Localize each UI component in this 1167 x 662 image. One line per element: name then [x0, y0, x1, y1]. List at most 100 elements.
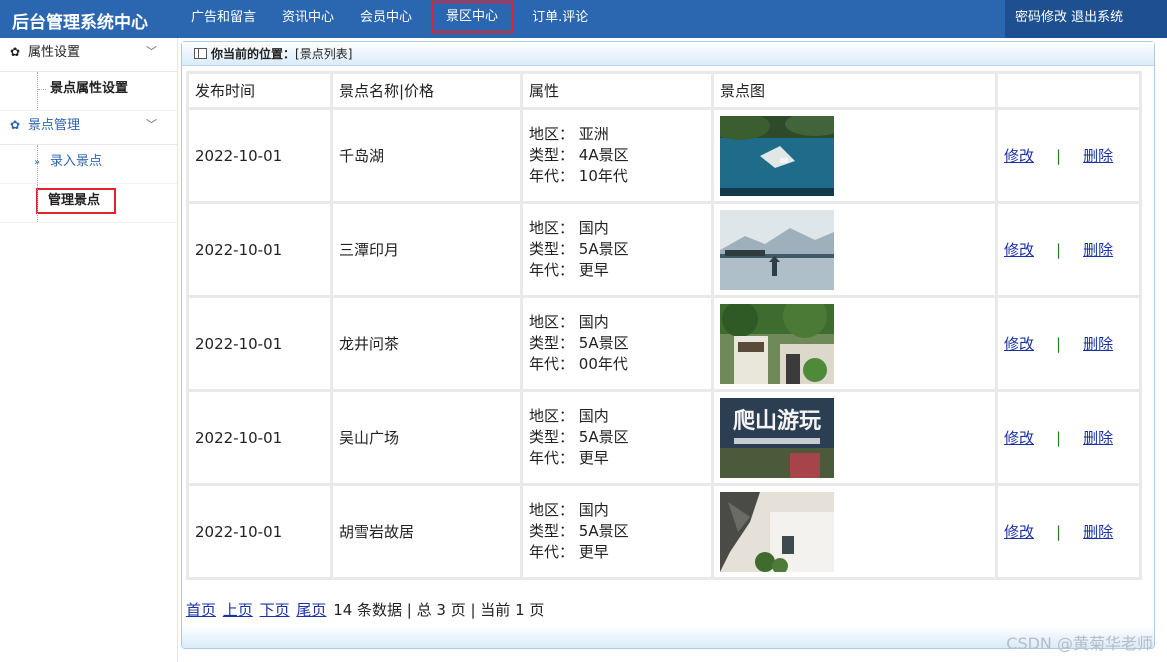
table-row: 2022-10-01 吴山广场 地区： 国内 类型： 5A景区 年代： 更早 爬山游玩 修改… [189, 392, 1139, 483]
chevron-down-icon: ﹀ [146, 45, 157, 58]
attr-era-label: 年代： [529, 543, 575, 561]
nav-scenic-center[interactable]: 景区中心 [431, 1, 514, 33]
col-publish-time: 发布时间 [189, 74, 330, 107]
pager-first-link[interactable]: 首页 [186, 601, 216, 619]
change-password-link[interactable]: 密码修改 [1015, 10, 1067, 25]
sidebar-group-attributes[interactable]: ✿ 属性设置 ﹀ [0, 38, 177, 72]
attr-era-label: 年代： [529, 261, 575, 279]
sidebar: ✿ 属性设置 ﹀ 景点属性设置 ✿ 景点管理 ﹀ » 录入景点 管理景点 [0, 38, 178, 662]
nav-ads-messages[interactable]: 广告和留言 [178, 0, 269, 38]
delete-link[interactable]: 删除 [1083, 335, 1113, 353]
attr-era-value: 00年代 [578, 355, 628, 373]
action-separator: | [1056, 429, 1062, 447]
table-row: 2022-10-01 千岛湖 地区： 亚洲 类型： 4A景区 年代： 10年代 修改 | 删除 [189, 110, 1139, 201]
svg-text:爬山游玩: 爬山游玩 [733, 408, 821, 434]
edit-link[interactable]: 修改 [1004, 241, 1034, 259]
gear-icon: ✿ [10, 45, 21, 59]
col-attributes: 属性 [523, 74, 711, 107]
pager-prev-link[interactable]: 上页 [223, 601, 253, 619]
attr-region-label: 地区： [529, 501, 575, 519]
cell-actions: 修改 | 删除 [998, 204, 1139, 295]
attr-region-label: 地区： [529, 219, 575, 237]
chevron-down-icon: ﹀ [146, 118, 157, 131]
attr-region-value: 国内 [578, 407, 609, 425]
action-separator: | [1056, 147, 1062, 165]
breadcrumb: 你当前的位置：[景点列表] [182, 42, 1154, 66]
window-icon [194, 48, 207, 59]
nav-member-center[interactable]: 会员中心 [347, 0, 425, 38]
delete-link[interactable]: 删除 [1083, 147, 1113, 165]
cell-actions: 修改 | 删除 [998, 298, 1139, 389]
scenic-thumbnail [720, 115, 995, 196]
delete-link[interactable]: 删除 [1083, 429, 1113, 447]
delete-link[interactable]: 删除 [1083, 523, 1113, 541]
sidebar-group-scenic-management[interactable]: ✿ 景点管理 ﹀ [0, 111, 177, 145]
attr-type-label: 类型： [529, 146, 575, 164]
breadcrumb-current: [景点列表] [295, 47, 353, 61]
cell-scenic-name: 吴山广场 [333, 392, 520, 483]
app-logo-title: 后台管理系统中心 [12, 13, 148, 33]
attr-type-value: 5A景区 [578, 522, 629, 540]
sidebar-item-manage-scenic[interactable]: 管理景点 [0, 184, 177, 223]
col-actions [998, 74, 1139, 107]
cell-publish-time: 2022-10-01 [189, 486, 330, 577]
action-separator: | [1056, 523, 1062, 541]
nav-orders-reviews[interactable]: 订单.评论 [519, 0, 601, 38]
pagination: 首页 上页 下页 尾页 14 条数据 | 总 3 页 | 当前 1 页 [186, 599, 544, 620]
table-row: 2022-10-01 龙井问茶 地区： 国内 类型： 5A景区 年代： 00年代 修改 | 删… [189, 298, 1139, 389]
edit-link[interactable]: 修改 [1004, 335, 1034, 353]
attr-region-value: 亚洲 [578, 125, 609, 143]
sidebar-item-label: 管理景点 [36, 188, 117, 214]
attr-era-value: 更早 [578, 261, 609, 279]
sidebar-item-attribute-settings[interactable]: 景点属性设置 [0, 72, 177, 111]
cell-publish-time: 2022-10-01 [189, 110, 330, 201]
attr-region-value: 国内 [578, 501, 609, 519]
top-header: 后台管理系统中心 广告和留言 资讯中心 会员中心 景区中心 订单.评论 密码修改… [0, 0, 1167, 38]
top-nav: 广告和留言 资讯中心 会员中心 景区中心 订单.评论 [178, 0, 601, 38]
sidebar-group-label: 属性设置 [28, 45, 81, 60]
cell-attributes: 地区： 亚洲 类型： 4A景区 年代： 10年代 [523, 110, 711, 201]
attr-region-value: 国内 [578, 219, 609, 237]
double-chevron-right-icon: » [34, 157, 41, 168]
pager-next-link[interactable]: 下页 [260, 601, 290, 619]
attr-type-value: 4A景区 [578, 146, 629, 164]
edit-link[interactable]: 修改 [1004, 429, 1034, 447]
table-header-row: 发布时间 景点名称|价格 属性 景点图 [189, 74, 1139, 107]
table-row: 2022-10-01 三潭印月 地区： 国内 类型： 5A景区 年代： 更早 修改 | 删除 [189, 204, 1139, 295]
cell-publish-time: 2022-10-01 [189, 298, 330, 389]
attr-era-value: 更早 [578, 449, 609, 467]
cell-scenic-image [714, 204, 995, 295]
nav-news-center[interactable]: 资讯中心 [269, 0, 347, 38]
scenic-thumbnail [720, 209, 995, 290]
cell-scenic-image [714, 486, 995, 577]
cell-scenic-image: 爬山游玩 [714, 392, 995, 483]
cell-scenic-name: 胡雪岩故居 [333, 486, 520, 577]
scenic-thumbnail: 爬山游玩 [720, 397, 995, 478]
col-scenic-name-price: 景点名称|价格 [333, 74, 520, 107]
edit-link[interactable]: 修改 [1004, 147, 1034, 165]
attr-era-label: 年代： [529, 449, 575, 467]
watermark: CSDN @黄菊华老师 [1006, 634, 1153, 653]
cell-attributes: 地区： 国内 类型： 5A景区 年代： 00年代 [523, 298, 711, 389]
pager-last-link[interactable]: 尾页 [296, 601, 326, 619]
sidebar-item-add-scenic[interactable]: » 录入景点 [0, 145, 177, 184]
edit-link[interactable]: 修改 [1004, 523, 1034, 541]
cell-attributes: 地区： 国内 类型： 5A景区 年代： 更早 [523, 486, 711, 577]
cell-actions: 修改 | 删除 [998, 486, 1139, 577]
attr-type-value: 5A景区 [578, 240, 629, 258]
cell-scenic-image [714, 298, 995, 389]
breadcrumb-label: 你当前的位置： [211, 47, 296, 61]
action-separator: | [1056, 335, 1062, 353]
scenic-thumbnail [720, 491, 995, 572]
logout-link[interactable]: 退出系统 [1071, 10, 1123, 25]
cell-scenic-name: 龙井问茶 [333, 298, 520, 389]
cell-publish-time: 2022-10-01 [189, 204, 330, 295]
attr-region-label: 地区： [529, 125, 575, 143]
pager-summary: 14 条数据 | 总 3 页 | 当前 1 页 [333, 601, 545, 619]
cell-attributes: 地区： 国内 类型： 5A景区 年代： 更早 [523, 204, 711, 295]
delete-link[interactable]: 删除 [1083, 241, 1113, 259]
attr-type-label: 类型： [529, 240, 575, 258]
attr-type-label: 类型： [529, 428, 575, 446]
header-account-links: 密码修改 退出系统 [1005, 0, 1167, 38]
attr-region-value: 国内 [578, 313, 609, 331]
